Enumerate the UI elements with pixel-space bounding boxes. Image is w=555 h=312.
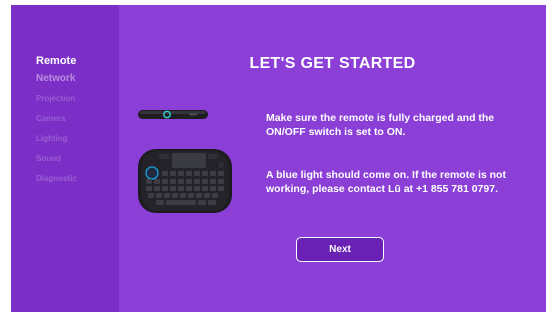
sidebar-item-remote[interactable]: Remote — [36, 55, 76, 67]
keyboard-remote-icon — [138, 149, 232, 213]
sidebar-item-projection[interactable]: Projection — [36, 94, 75, 103]
next-button[interactable]: Next — [296, 237, 384, 262]
sidebar-item-sound[interactable]: Sound — [36, 154, 61, 163]
sidebar-item-diagnostic[interactable]: Diagnostic — [36, 174, 77, 183]
sidebar-item-lighting[interactable]: Lighting — [36, 134, 68, 143]
sidebar-item-network[interactable]: Network — [36, 73, 75, 84]
sidebar-item-camera[interactable]: Camera — [36, 114, 65, 123]
page-title: LET'S GET STARTED — [249, 55, 416, 72]
main-panel: LET'S GET STARTED Make sure the remote i… — [119, 5, 546, 312]
sidebar: Remote Network Projection Camera Lightin… — [11, 5, 119, 312]
instruction-light: A blue light should come on. If the remo… — [266, 169, 506, 195]
instruction-charge: Make sure the remote is fully charged an… — [266, 112, 495, 138]
remote-side-icon — [138, 110, 208, 119]
